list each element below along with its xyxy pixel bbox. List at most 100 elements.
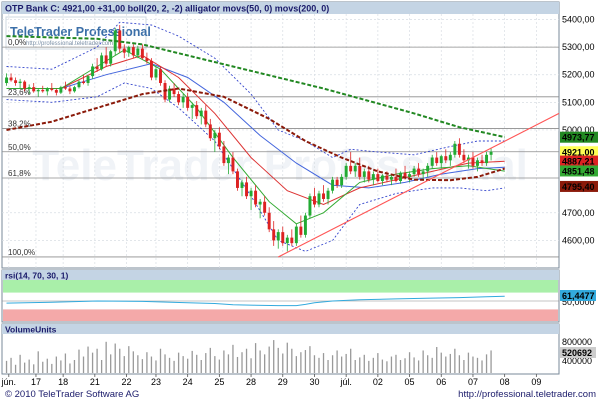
candle-down — [95, 66, 99, 70]
candle-down — [376, 174, 380, 182]
candle-down — [462, 154, 466, 161]
candle-down — [118, 30, 122, 49]
candle-up — [331, 179, 335, 191]
candle-up — [380, 175, 384, 182]
candle-down — [322, 193, 325, 199]
candle-up — [412, 168, 416, 175]
price-badge-label: 4795,40 — [562, 182, 595, 192]
candle-down — [32, 87, 36, 92]
candle-up — [5, 77, 9, 84]
candle-up — [340, 176, 344, 186]
candle-down — [208, 124, 212, 139]
fib-level-label: 0,0% — [8, 38, 26, 47]
candle-up — [326, 190, 330, 199]
candle-down — [145, 58, 149, 61]
price-badge-label: 4973,77 — [562, 133, 595, 143]
candle-up — [371, 174, 375, 180]
candle-up — [18, 81, 22, 84]
price-tick-label: 5100,00 — [562, 97, 595, 107]
candle-up — [476, 160, 479, 166]
candle-up — [226, 157, 230, 164]
chart-title: OTP Bank C: 4921,00 +31,00 boll(20, 2, -… — [5, 4, 329, 14]
price-tick-label: 5300,00 — [562, 42, 595, 52]
candle-up — [72, 87, 76, 92]
candle-down — [41, 89, 45, 92]
candle-down — [122, 48, 126, 53]
candle-down — [231, 157, 235, 172]
candle-down — [131, 47, 135, 56]
price-badge-label: 4851,48 — [562, 166, 595, 176]
candle-up — [276, 232, 280, 241]
candle-down — [186, 96, 190, 108]
candle-up — [199, 110, 203, 117]
candle-up — [258, 201, 262, 205]
candle-down — [290, 237, 294, 244]
candle-down — [367, 171, 371, 180]
candle-up — [485, 154, 489, 164]
candle-down — [245, 182, 249, 197]
candle-down — [444, 156, 448, 161]
candle-down — [349, 165, 353, 172]
date-tick-label: 17 — [31, 377, 41, 387]
candle-up — [448, 154, 452, 161]
candle-up — [408, 174, 412, 177]
candle-up — [439, 156, 443, 164]
candle-up — [344, 165, 348, 177]
price-badge-label: 4887,21 — [562, 157, 595, 167]
volume-axis-label-high: 800000 — [562, 337, 592, 347]
candle-up — [317, 193, 321, 205]
candle-down — [267, 212, 271, 230]
candle-down — [63, 87, 67, 89]
candle-up — [36, 89, 40, 92]
candle-up — [100, 55, 104, 70]
candle-up — [426, 165, 430, 172]
candle-down — [140, 48, 144, 59]
candle-down — [82, 81, 85, 84]
rsi-overbought-zone — [3, 280, 558, 293]
candle-down — [217, 132, 221, 147]
date-tick-label: 05 — [405, 377, 415, 387]
date-tick-label: 06 — [436, 377, 446, 387]
candle-up — [154, 69, 158, 78]
rsi-oversold-zone — [3, 309, 558, 321]
candle-up — [91, 66, 95, 77]
candle-down — [222, 146, 226, 164]
candle-up — [453, 143, 457, 155]
candle-up — [136, 48, 140, 56]
price-badges: 4973,774921,004887,214851,484795,40 — [560, 131, 598, 192]
candle-up — [77, 81, 81, 88]
candle-down — [272, 229, 276, 241]
date-tick-label: 07 — [468, 377, 478, 387]
candle-up — [285, 237, 289, 244]
candle-down — [14, 80, 18, 84]
candle-up — [213, 132, 217, 139]
candle-down — [254, 190, 258, 205]
date-tick-label: 08 — [500, 377, 510, 387]
price-tick-label: 4600,00 — [562, 235, 595, 245]
candle-down — [385, 175, 389, 180]
candle-up — [421, 171, 425, 175]
footer-url[interactable]: http://professional.teletrader.com — [458, 389, 596, 400]
candle-up — [489, 151, 493, 155]
date-tick-label: 28 — [246, 377, 256, 387]
volume-title-strip — [2, 324, 559, 334]
fib-level-label: 61,8% — [8, 169, 31, 178]
date-tick-label: 24 — [183, 377, 193, 387]
date-tick-label: 29 — [278, 377, 288, 387]
price-tick-label: 5200,00 — [562, 70, 595, 80]
date-tick-label: 09 — [531, 377, 541, 387]
candle-down — [263, 201, 267, 213]
rsi-current-value: 61,4477 — [562, 291, 595, 301]
candle-up — [127, 47, 131, 53]
candle-up — [109, 51, 113, 64]
candle-up — [190, 105, 194, 108]
candle-up — [59, 87, 63, 93]
date-tick-label: 23 — [151, 377, 161, 387]
date-tick-label: 21 — [90, 377, 100, 387]
price-axis: 5400,005300,005200,005100,005000,004700,… — [562, 15, 595, 246]
candle-up — [181, 96, 185, 103]
stock-chart: OTP Bank C: 4921,00 +31,00 boll(20, 2, -… — [0, 0, 600, 400]
candle-down — [403, 172, 407, 177]
candle-down — [9, 77, 13, 81]
candle-down — [149, 60, 153, 78]
